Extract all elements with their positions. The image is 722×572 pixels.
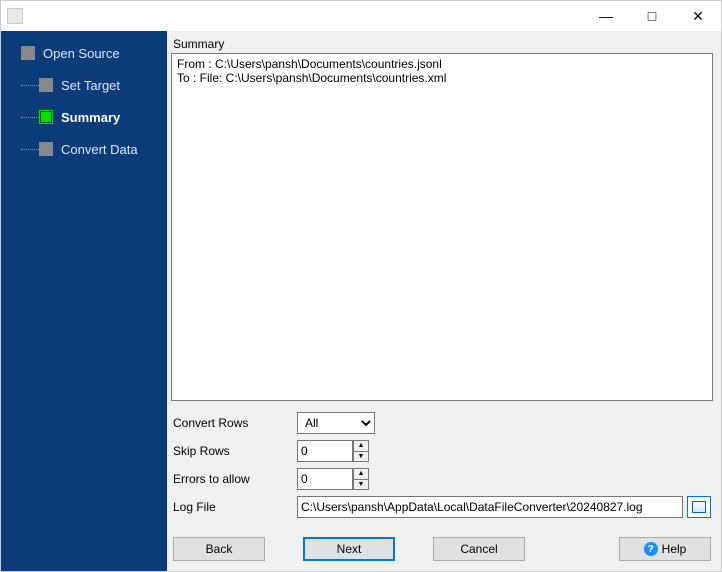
step-indicator-icon xyxy=(39,142,53,156)
errors-allow-label: Errors to allow xyxy=(173,472,297,486)
sidebar-item-open-source[interactable]: Open Source xyxy=(11,41,167,65)
summary-section-label: Summary xyxy=(171,35,713,53)
step-indicator-icon xyxy=(39,78,53,92)
sidebar-item-set-target[interactable]: Set Target xyxy=(11,73,167,97)
help-button-label: Help xyxy=(662,542,687,556)
help-icon: ? xyxy=(644,542,658,556)
client-area: Open Source Set Target Summary Convert D… xyxy=(1,31,721,571)
help-button[interactable]: ? Help xyxy=(619,537,711,561)
cancel-button[interactable]: Cancel xyxy=(433,537,525,561)
sidebar-item-summary[interactable]: Summary xyxy=(11,105,167,129)
log-file-browse-button[interactable] xyxy=(687,496,711,518)
titlebar: ― □ ✕ xyxy=(1,1,721,31)
sidebar-item-label: Open Source xyxy=(43,46,120,61)
summary-textarea[interactable]: From : C:\Users\pansh\Documents\countrie… xyxy=(171,53,713,401)
maximize-button[interactable]: □ xyxy=(629,1,675,31)
options-panel: Convert Rows All Skip Rows ▲ ▼ Errors to… xyxy=(171,401,713,525)
log-file-input[interactable] xyxy=(297,496,683,518)
folder-icon xyxy=(692,501,706,513)
spin-down-icon[interactable]: ▼ xyxy=(354,480,368,490)
errors-allow-input[interactable] xyxy=(297,468,353,490)
spin-down-icon[interactable]: ▼ xyxy=(354,452,368,462)
errors-allow-stepper[interactable]: ▲ ▼ xyxy=(297,468,369,490)
spin-up-icon[interactable]: ▲ xyxy=(354,441,368,452)
skip-rows-input[interactable] xyxy=(297,440,353,462)
back-button[interactable]: Back xyxy=(173,537,265,561)
skip-rows-stepper[interactable]: ▲ ▼ xyxy=(297,440,369,462)
app-icon xyxy=(7,8,23,24)
sidebar-item-label: Set Target xyxy=(61,78,120,93)
wizard-buttons: Back Next Cancel ? Help xyxy=(171,525,713,567)
skip-rows-label: Skip Rows xyxy=(173,444,297,458)
convert-rows-label: Convert Rows xyxy=(173,416,297,430)
sidebar-item-label: Convert Data xyxy=(61,142,138,157)
convert-rows-select[interactable]: All xyxy=(297,412,375,434)
log-file-label: Log File xyxy=(173,500,297,514)
sidebar-item-convert-data[interactable]: Convert Data xyxy=(11,137,167,161)
main-panel: Summary From : C:\Users\pansh\Documents\… xyxy=(167,31,721,571)
spin-up-icon[interactable]: ▲ xyxy=(354,469,368,480)
close-button[interactable]: ✕ xyxy=(675,1,721,31)
step-indicator-icon xyxy=(39,110,53,124)
next-button[interactable]: Next xyxy=(303,537,395,561)
sidebar-item-label: Summary xyxy=(61,110,120,125)
wizard-sidebar: Open Source Set Target Summary Convert D… xyxy=(1,31,167,571)
step-indicator-icon xyxy=(21,46,35,60)
minimize-button[interactable]: ― xyxy=(583,1,629,31)
window-controls: ― □ ✕ xyxy=(583,1,721,31)
